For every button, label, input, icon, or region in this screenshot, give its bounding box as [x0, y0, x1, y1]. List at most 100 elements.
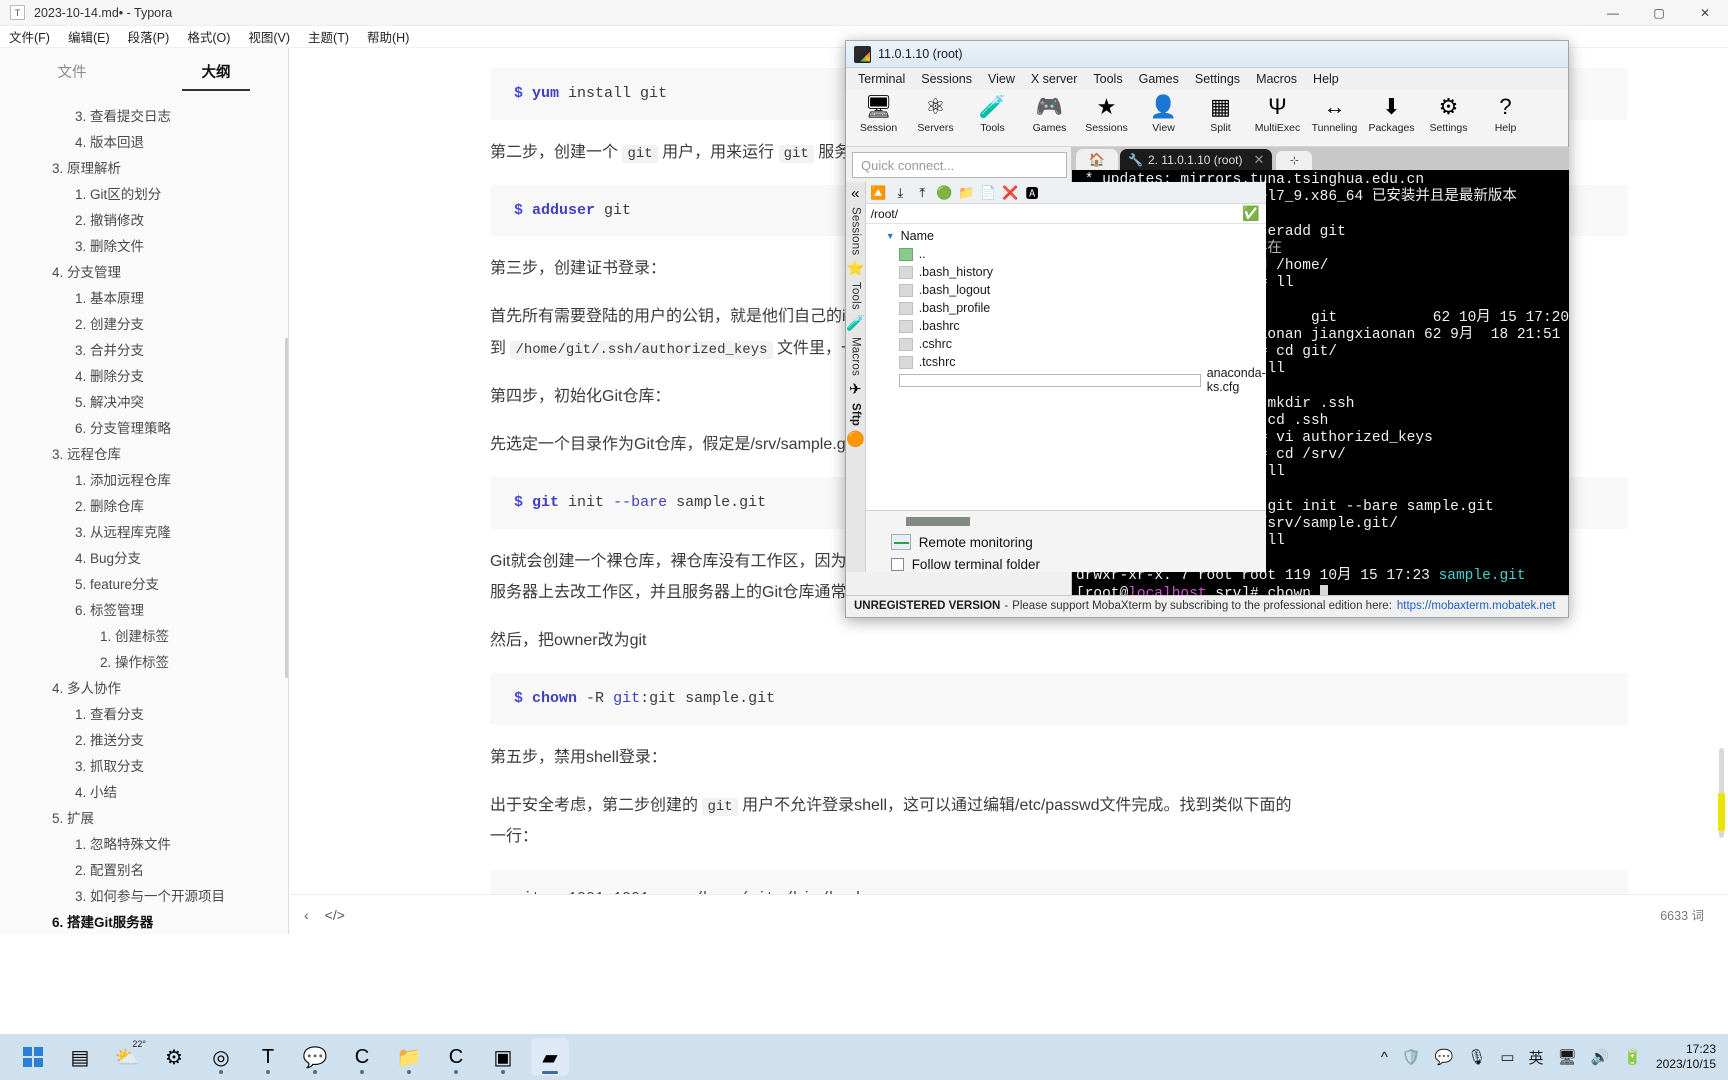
maximize-button[interactable]: ▢ [1636, 0, 1682, 26]
tray-overflow-icon[interactable]: ^ [1381, 1049, 1388, 1066]
sftp-file-row[interactable]: .bash_logout [866, 281, 1266, 299]
quick-connect-input[interactable]: Quick connect... [852, 152, 1067, 178]
taskbar-clock[interactable]: 17:23 2023/10/15 [1656, 1042, 1716, 1072]
toolbar-button-multiexec[interactable]: Ψ MultiExec [1249, 92, 1306, 135]
new-tab-button[interactable]: ⊹ [1276, 151, 1313, 170]
outline-item[interactable]: 2. 撤销修改 [0, 208, 288, 234]
subscribe-link[interactable]: https://mobaxterm.mobatek.net [1397, 600, 1556, 612]
sidebar-scrollbar[interactable] [285, 338, 288, 678]
mobaxterm-window[interactable]: 11.0.1.10 (root) Terminal Sessions View X s… [845, 40, 1570, 618]
toolbar-button-games[interactable]: 🎮 Games [1021, 92, 1078, 135]
moba-menu-x-server[interactable]: X server [1023, 72, 1086, 86]
outline-item[interactable]: 4. 分支管理 [0, 260, 288, 286]
upload-icon[interactable]: ⤒ [914, 184, 931, 201]
taskbar-app-wps-green[interactable]: C [343, 1038, 381, 1076]
outline-item[interactable]: 2. 推送分支 [0, 728, 288, 754]
taskbar-app-weather[interactable]: ⛅ 22° [108, 1038, 146, 1076]
vtab-sessions[interactable]: Sessions [849, 207, 861, 255]
new-file-icon[interactable]: 📄 [980, 184, 997, 201]
moba-menu-games[interactable]: Games [1131, 72, 1187, 86]
outline-item[interactable]: 1. 创建标签 [0, 624, 288, 650]
network-icon[interactable]: 🖥 [1558, 1048, 1577, 1066]
sftp-file-row[interactable]: .. [866, 245, 1266, 263]
microphone-icon[interactable]: 🎙 [1467, 1048, 1486, 1066]
outline-item[interactable]: 1. 忽略特殊文件 [0, 832, 288, 858]
outline-item[interactable]: 2. 操作标签 [0, 650, 288, 676]
parent-folder-icon[interactable]: 🔼 [870, 184, 887, 201]
toolbar-button-view[interactable]: 👤 View [1135, 92, 1192, 135]
toolbar-button-session[interactable]: 🖥 Session [850, 92, 907, 135]
download-icon[interactable]: ⤓ [892, 184, 909, 201]
moba-menu-tools[interactable]: Tools [1085, 72, 1130, 86]
delete-icon[interactable]: ❌ [1002, 184, 1019, 201]
moba-menu-help[interactable]: Help [1305, 72, 1347, 86]
toolbar-button-tunneling[interactable]: ↔ Tunneling [1306, 92, 1363, 135]
wechat-tray-icon[interactable]: 💬 [1435, 1048, 1454, 1066]
outline-item[interactable]: 2. 删除仓库 [0, 494, 288, 520]
outline-item[interactable]: 1. Git区的划分 [0, 182, 288, 208]
refresh-icon[interactable]: 🟢 [936, 184, 953, 201]
outline-item[interactable]: 5. 解决冲突 [0, 390, 288, 416]
taskbar-app-file-explorer[interactable]: 📁 [390, 1038, 428, 1076]
toolbar-button-servers[interactable]: ⚛ Servers [907, 92, 964, 135]
outline-item[interactable]: 2. 配置别名 [0, 858, 288, 884]
outline-item[interactable]: 4. 多人协作 [0, 676, 288, 702]
new-folder-icon[interactable]: 📁 [958, 184, 975, 201]
menu-item-3[interactable]: 格式(O) [178, 27, 239, 46]
outline-item[interactable]: 4. 小结 [0, 780, 288, 806]
toolbar-button-tools[interactable]: 🧪 Tools [964, 92, 1021, 135]
vtab-macros[interactable]: Macros [849, 337, 861, 376]
outline-item[interactable]: 1. 查看分支 [0, 702, 288, 728]
sftp-file-row[interactable]: .bash_history [866, 263, 1266, 281]
touchpad-icon[interactable]: ▭ [1500, 1048, 1514, 1066]
outline-item[interactable]: 4. 删除分支 [0, 364, 288, 390]
outline-item[interactable]: 1. 基本原理 [0, 286, 288, 312]
security-shield-icon[interactable]: 🛡️ [1402, 1048, 1421, 1066]
toolbar-button-settings[interactable]: ⚙ Settings [1420, 92, 1477, 135]
toolbar-button-packages[interactable]: ⬇ Packages [1363, 92, 1420, 135]
sftp-file-row[interactable]: .cshrc [866, 335, 1266, 353]
sidebar-tab-outline[interactable]: 大纲 [144, 48, 288, 98]
outline-item[interactable]: 4. 版本回退 [0, 130, 288, 156]
taskbar-app-settings[interactable]: ⚙ [155, 1038, 193, 1076]
collapse-icon[interactable]: « [851, 186, 859, 201]
taskbar-app-wps-red[interactable]: C [437, 1038, 475, 1076]
taskbar-app-start[interactable] [14, 1038, 52, 1076]
back-icon[interactable]: ‹ [304, 907, 309, 923]
sftp-file-row[interactable]: anaconda-ks.cfg [866, 366, 1266, 394]
moba-menu-macros[interactable]: Macros [1248, 72, 1305, 86]
sftp-file-row[interactable]: .bashrc [866, 317, 1266, 335]
outline-item[interactable]: 6. 分支管理策略 [0, 416, 288, 442]
sftp-column-header[interactable]: ▼ Name [866, 224, 1266, 245]
outline-item[interactable]: 6. 搭建Git服务器 [0, 910, 288, 934]
close-button[interactable]: ✕ [1682, 0, 1728, 26]
outline-item[interactable]: 5. 扩展 [0, 806, 288, 832]
home-tab[interactable]: 🏠 [1076, 149, 1118, 170]
moba-menu-sessions[interactable]: Sessions [913, 72, 980, 86]
outline-item[interactable]: 3. 如何参与一个开源项目 [0, 884, 288, 910]
ime-language-icon[interactable]: 英 [1529, 1047, 1544, 1068]
taskbar-app-typora[interactable]: T [249, 1038, 287, 1076]
outline-item[interactable]: 6. 标签管理 [0, 598, 288, 624]
moba-menu-terminal[interactable]: Terminal [850, 72, 913, 86]
menu-item-1[interactable]: 编辑(E) [59, 27, 119, 46]
terminal-tab[interactable]: 🔧 2. 11.0.1.10 (root) ✕ [1120, 149, 1273, 170]
outline-item[interactable]: 5. feature分支 [0, 572, 288, 598]
menu-item-2[interactable]: 段落(P) [119, 27, 179, 46]
moba-menu-settings[interactable]: Settings [1187, 72, 1248, 86]
taskbar-app-file-explorer-dark[interactable]: ▤ [61, 1038, 99, 1076]
moba-menu-view[interactable]: View [980, 72, 1023, 86]
text-mode-icon[interactable]: 🅰 [1024, 184, 1041, 201]
toolbar-button-help[interactable]: ? Help [1477, 92, 1534, 135]
remote-monitoring-row[interactable]: Remote monitoring [866, 532, 1266, 553]
menu-item-6[interactable]: 帮助(H) [358, 27, 418, 46]
outline-item[interactable]: 3. 合并分支 [0, 338, 288, 364]
taskbar-app-chrome[interactable]: ◎ [202, 1038, 240, 1076]
sftp-path-bar[interactable]: /root/ ✅ [865, 204, 1266, 224]
vtab-sftp[interactable]: Sftp [849, 403, 861, 426]
outline-item[interactable]: 3. 从远程库克隆 [0, 520, 288, 546]
outline-item[interactable]: 3. 远程仓库 [0, 442, 288, 468]
taskbar-app-mobaxterm[interactable]: ▰ [531, 1038, 569, 1076]
follow-terminal-folder-row[interactable]: Follow terminal folder [866, 553, 1266, 572]
outline-item[interactable]: 4. Bug分支 [0, 546, 288, 572]
